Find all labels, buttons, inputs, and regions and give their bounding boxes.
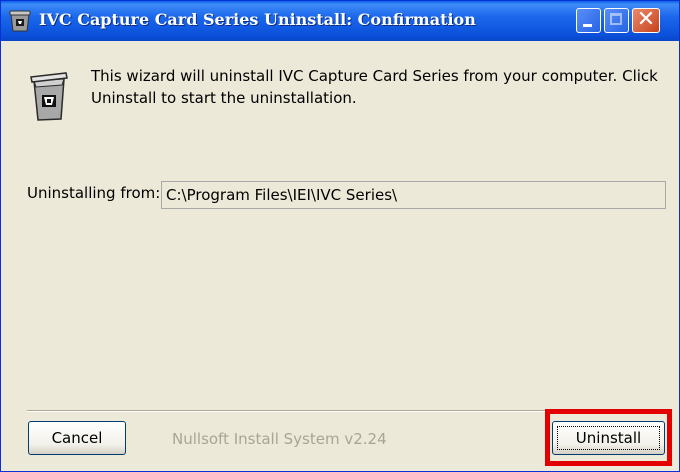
- uninstall-from-label: Uninstalling from:: [27, 184, 161, 202]
- maximize-icon: [610, 13, 622, 25]
- minimize-icon: [583, 24, 592, 27]
- uninstall-dialog: IVC Capture Card Series Uninstall: Confi…: [0, 0, 680, 472]
- maximize-button: [604, 8, 629, 33]
- intro-text: This wizard will uninstall IVC Capture C…: [91, 67, 658, 107]
- cancel-button[interactable]: Cancel: [28, 421, 126, 455]
- uninstall-path-field[interactable]: C:\Program Files\IEI\IVC Series\: [161, 181, 666, 209]
- nsis-branding: Nullsoft Install System v2.24: [172, 430, 387, 448]
- close-icon: ✕: [636, 7, 656, 32]
- recycle-bin-small-icon: [9, 10, 31, 32]
- minimize-button[interactable]: [576, 8, 601, 33]
- highlight-box: [545, 409, 672, 466]
- title-bar[interactable]: IVC Capture Card Series Uninstall: Confi…: [1, 1, 679, 41]
- recycle-bin-icon: [30, 72, 68, 121]
- close-button[interactable]: ✕: [632, 7, 660, 33]
- window-title: IVC Capture Card Series Uninstall: Confi…: [39, 10, 476, 29]
- cancel-button-label: Cancel: [51, 429, 103, 447]
